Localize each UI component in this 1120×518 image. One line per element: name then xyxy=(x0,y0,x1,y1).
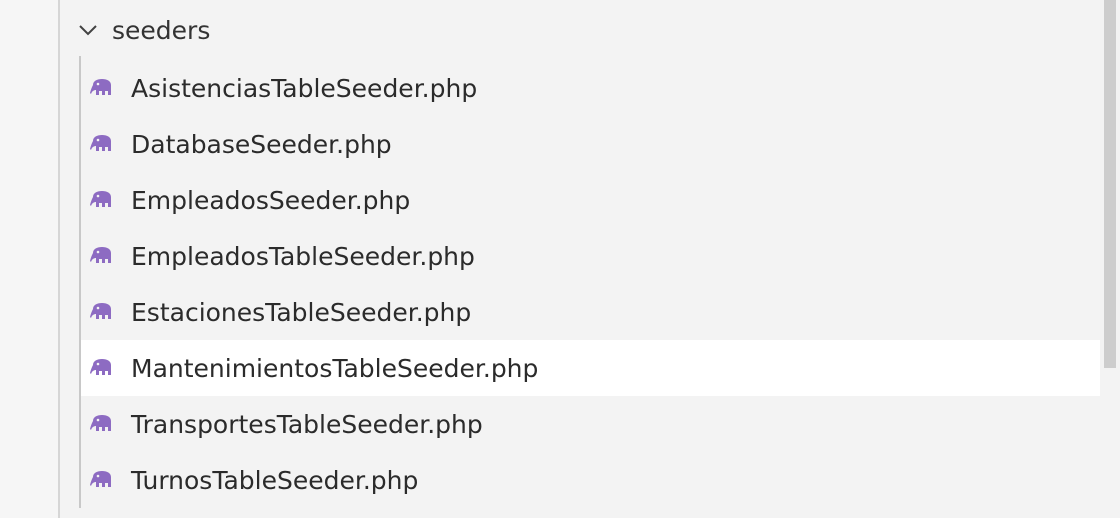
file-item-turnostableseeder[interactable]: TurnosTableSeeder.php xyxy=(81,452,1100,508)
file-item-databaseseeder[interactable]: DatabaseSeeder.php xyxy=(81,116,1100,172)
file-label: DatabaseSeeder.php xyxy=(131,129,392,159)
php-elephant-icon xyxy=(87,76,117,100)
folder-seeders[interactable]: seeders xyxy=(60,4,1100,56)
php-elephant-icon xyxy=(87,188,117,212)
php-elephant-icon xyxy=(87,412,117,436)
file-label: EstacionesTableSeeder.php xyxy=(131,297,472,327)
file-label: TransportesTableSeeder.php xyxy=(131,409,483,439)
php-elephant-icon xyxy=(87,244,117,268)
file-label: EmpleadosTableSeeder.php xyxy=(131,241,475,271)
php-elephant-icon xyxy=(87,468,117,492)
indent-guide xyxy=(58,0,60,518)
file-list: AsistenciasTableSeeder.php DatabaseSeede… xyxy=(81,60,1100,508)
folder-label: seeders xyxy=(112,15,211,45)
file-item-estacionestableseeder[interactable]: EstacionesTableSeeder.php xyxy=(81,284,1100,340)
file-label: MantenimientosTableSeeder.php xyxy=(131,353,539,383)
file-label: TurnosTableSeeder.php xyxy=(131,465,419,495)
file-label: EmpleadosSeeder.php xyxy=(131,185,411,215)
file-item-empleadostableseeder[interactable]: EmpleadosTableSeeder.php xyxy=(81,228,1100,284)
php-elephant-icon xyxy=(87,300,117,324)
chevron-down-icon[interactable] xyxy=(70,12,106,48)
file-label: AsistenciasTableSeeder.php xyxy=(131,73,478,103)
file-explorer: seeders AsistenciasTableSeeder.php Datab… xyxy=(0,0,1120,518)
file-item-empleadosseeder[interactable]: EmpleadosSeeder.php xyxy=(81,172,1100,228)
explorer-gutter xyxy=(0,0,60,518)
file-item-asistenciastableseeder[interactable]: AsistenciasTableSeeder.php xyxy=(81,60,1100,116)
file-item-mantenimientostableseeder[interactable]: MantenimientosTableSeeder.php xyxy=(81,340,1100,396)
php-elephant-icon xyxy=(87,356,117,380)
php-elephant-icon xyxy=(87,132,117,156)
scrollbar-thumb[interactable] xyxy=(1104,0,1116,368)
file-item-transportestableseeder[interactable]: TransportesTableSeeder.php xyxy=(81,396,1100,452)
